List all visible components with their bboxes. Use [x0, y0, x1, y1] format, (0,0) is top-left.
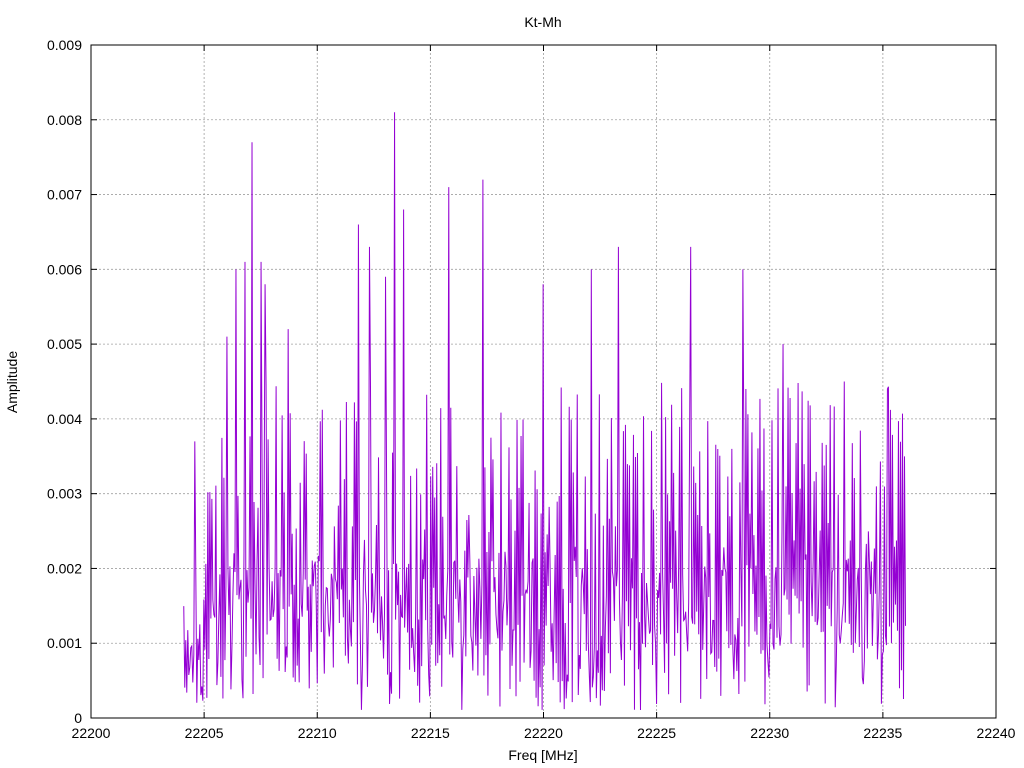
y-axis-label: Amplitude — [4, 351, 20, 413]
y-tick-label: 0.004 — [47, 411, 82, 427]
x-tick-label: 22225 — [637, 725, 676, 741]
chart: 22200 22205 22210 22215 22220 22225 22230 22235… — [0, 0, 1024, 768]
x-axis-label: Freq [MHz] — [508, 747, 577, 763]
y-tick-label: 0.005 — [47, 336, 82, 352]
x-tick-label: 22235 — [863, 725, 902, 741]
y-tick-label: 0.003 — [47, 486, 82, 502]
y-tick-label: 0.002 — [47, 560, 82, 576]
x-tick-label: 22220 — [524, 725, 563, 741]
x-tick-label: 22200 — [72, 725, 111, 741]
chart-title: Kt-Mh — [524, 14, 561, 30]
y-tick-label: 0.007 — [47, 187, 82, 203]
y-tick-label: 0.001 — [47, 635, 82, 651]
y-tick-label: 0.008 — [47, 112, 82, 128]
x-tick-label: 22215 — [411, 725, 450, 741]
x-tick-label: 22210 — [298, 725, 337, 741]
y-tick-label: 0.009 — [47, 37, 82, 53]
x-tick-label: 22230 — [750, 725, 789, 741]
y-tick-label: 0.006 — [47, 261, 82, 277]
y-tick-label: 0 — [74, 710, 82, 726]
x-tick-label: 22205 — [185, 725, 224, 741]
x-tick-label: 22240 — [977, 725, 1016, 741]
